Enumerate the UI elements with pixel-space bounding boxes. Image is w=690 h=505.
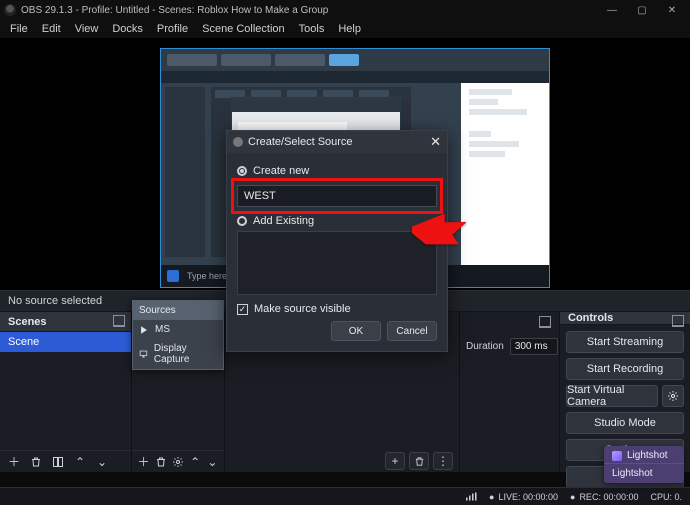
create-new-label: Create new [253, 165, 309, 177]
popout-icon[interactable] [672, 315, 684, 327]
source-name-input[interactable] [237, 185, 437, 207]
sources-menu-label: MS [155, 324, 170, 335]
menu-scene-collection[interactable]: Scene Collection [196, 21, 291, 37]
start-streaming-button[interactable]: Start Streaming [566, 331, 684, 353]
source-down-button[interactable]: ⌄ [205, 453, 220, 471]
menu-tools[interactable]: Tools [293, 21, 331, 37]
menu-file[interactable]: File [4, 21, 34, 37]
scenes-title: Scenes [8, 316, 47, 328]
controls-title: Controls [568, 312, 613, 324]
mixer-options-button[interactable]: ⋮ [433, 452, 453, 470]
dialog-title: Create/Select Source [248, 136, 353, 148]
popout-icon[interactable] [539, 316, 551, 328]
menu-view[interactable]: View [69, 21, 105, 37]
scenes-panel: Scenes Scene ＋ ⌃ ⌄ [0, 312, 132, 472]
sources-panel: Sources MS Display Capture ＋ ⌃ ⌄ [132, 312, 225, 472]
mixer-remove-button[interactable] [409, 452, 429, 470]
dialog-titlebar[interactable]: Create/Select Source ✕ [227, 131, 447, 153]
maximize-button[interactable]: ▢ [628, 1, 656, 19]
virtual-camera-settings-button[interactable] [662, 385, 684, 407]
start-virtual-camera-button[interactable]: Start Virtual Camera [566, 385, 658, 407]
radio-icon [237, 166, 247, 176]
scenes-header[interactable]: Scenes [0, 312, 131, 332]
menu-docks[interactable]: Docks [106, 21, 149, 37]
menu-help[interactable]: Help [332, 21, 367, 37]
add-existing-radio[interactable]: Add Existing [237, 215, 437, 227]
source-properties-button[interactable] [170, 453, 185, 471]
network-icon [465, 492, 477, 502]
live-status: ● LIVE: 00:00:00 [489, 492, 558, 502]
no-source-text: No source selected [8, 295, 102, 307]
sources-menu-label: Display Capture [154, 343, 217, 365]
cancel-button[interactable]: Cancel [387, 321, 437, 341]
scene-add-button[interactable]: ＋ [4, 453, 24, 471]
make-visible-label: Make source visible [254, 303, 351, 315]
controls-header[interactable]: Controls [560, 312, 690, 325]
mixer-add-button[interactable]: + [385, 452, 405, 470]
close-button[interactable]: ✕ [658, 1, 686, 19]
cpu-status: CPU: 0. [650, 492, 682, 502]
transitions-header[interactable] [460, 312, 559, 332]
sources-menu-item-display-capture[interactable]: Display Capture [133, 339, 223, 369]
scene-remove-button[interactable] [26, 453, 46, 471]
menubar: File Edit View Docks Profile Scene Colle… [0, 20, 690, 38]
window-controls: — ▢ ✕ [598, 1, 686, 19]
create-select-source-dialog: Create/Select Source ✕ Create new Add Ex… [226, 130, 448, 352]
rec-status: ● REC: 00:00:00 [570, 492, 638, 502]
popout-icon[interactable] [113, 315, 125, 327]
sources-menu-item-ms[interactable]: MS [133, 320, 223, 339]
source-up-button[interactable]: ⌃ [188, 453, 203, 471]
scene-down-button[interactable]: ⌄ [92, 453, 112, 471]
duration-input[interactable] [510, 338, 558, 355]
gear-icon [667, 390, 679, 402]
create-new-radio[interactable]: Create new [237, 165, 437, 177]
ok-button[interactable]: OK [331, 321, 381, 341]
radio-icon [237, 216, 247, 226]
scene-filter-button[interactable] [48, 453, 68, 471]
scene-item[interactable]: Scene [0, 332, 131, 352]
toast-title: Lightshot [627, 450, 668, 461]
menu-edit[interactable]: Edit [36, 21, 67, 37]
minimize-button[interactable]: — [598, 1, 626, 19]
monitor-icon [139, 349, 148, 359]
existing-sources-list[interactable] [237, 231, 437, 295]
window-title: OBS 29.1.3 - Profile: Untitled - Scenes:… [21, 5, 328, 16]
toast-body: Lightshot [604, 464, 684, 483]
statusbar: ● LIVE: 00:00:00 ● REC: 00:00:00 CPU: 0. [0, 487, 690, 505]
studio-mode-button[interactable]: Studio Mode [566, 412, 684, 434]
duration-label: Duration [466, 341, 504, 352]
lightshot-notification[interactable]: Lightshot Lightshot [604, 446, 684, 483]
source-add-button[interactable]: ＋ [136, 453, 151, 471]
dialog-close-button[interactable]: ✕ [430, 134, 441, 150]
menu-profile[interactable]: Profile [151, 21, 194, 37]
play-icon [139, 325, 149, 335]
sources-footer: ＋ ⌃ ⌄ [132, 450, 224, 472]
add-existing-label: Add Existing [253, 215, 314, 227]
sources-menu-title: Sources [133, 301, 223, 320]
obs-logo-icon [4, 4, 16, 16]
start-icon [167, 270, 179, 282]
transitions-panel: Duration ▲▼ [460, 312, 560, 472]
lightshot-icon [612, 451, 622, 461]
obs-logo-icon [233, 137, 243, 147]
scene-up-button[interactable]: ⌃ [70, 453, 90, 471]
make-visible-checkbox[interactable]: ✓ Make source visible [237, 303, 437, 315]
source-remove-button[interactable] [153, 453, 168, 471]
titlebar: OBS 29.1.3 - Profile: Untitled - Scenes:… [0, 0, 690, 20]
scenes-footer: ＋ ⌃ ⌄ [0, 450, 131, 472]
checkbox-icon: ✓ [237, 304, 248, 315]
start-recording-button[interactable]: Start Recording [566, 358, 684, 380]
scenes-list[interactable]: Scene [0, 332, 131, 450]
sources-context-menu: Sources MS Display Capture [132, 300, 224, 370]
